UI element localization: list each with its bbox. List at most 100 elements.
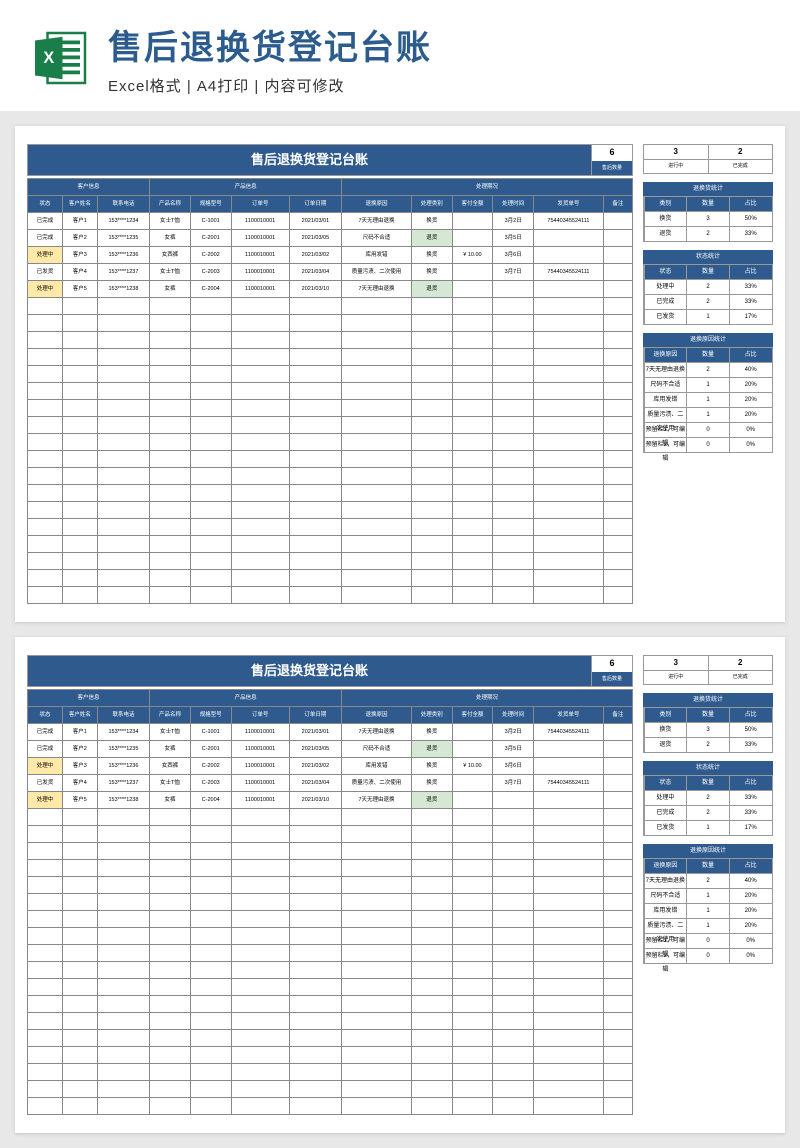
- cell[interactable]: [411, 536, 452, 553]
- cell[interactable]: [190, 979, 231, 996]
- cell[interactable]: [603, 741, 632, 758]
- cell[interactable]: [28, 417, 63, 434]
- cell[interactable]: [411, 1064, 452, 1081]
- type-cell[interactable]: 退货: [411, 792, 452, 809]
- cell[interactable]: [534, 741, 604, 758]
- cell[interactable]: [452, 1030, 493, 1047]
- cell[interactable]: [231, 979, 289, 996]
- cell[interactable]: [190, 468, 231, 485]
- cell[interactable]: [231, 536, 289, 553]
- cell[interactable]: [231, 502, 289, 519]
- cell[interactable]: 3月6日: [493, 247, 534, 264]
- cell[interactable]: [534, 315, 604, 332]
- cell[interactable]: [97, 894, 149, 911]
- cell[interactable]: [62, 860, 97, 877]
- cell[interactable]: 1100010001: [231, 264, 289, 281]
- cell[interactable]: [150, 400, 191, 417]
- cell[interactable]: [342, 332, 412, 349]
- cell[interactable]: [150, 1013, 191, 1030]
- cell[interactable]: [534, 553, 604, 570]
- cell[interactable]: [493, 485, 534, 502]
- cell[interactable]: [452, 553, 493, 570]
- cell[interactable]: [97, 911, 149, 928]
- cell[interactable]: [289, 1081, 341, 1098]
- cell[interactable]: 75440345524111: [534, 264, 604, 281]
- cell[interactable]: [150, 468, 191, 485]
- cell[interactable]: [534, 1047, 604, 1064]
- cell[interactable]: 女裤: [150, 792, 191, 809]
- cell[interactable]: [150, 383, 191, 400]
- cell[interactable]: [603, 775, 632, 792]
- cell[interactable]: [603, 502, 632, 519]
- cell[interactable]: [231, 417, 289, 434]
- cell[interactable]: [62, 945, 97, 962]
- cell[interactable]: [28, 366, 63, 383]
- cell[interactable]: [603, 417, 632, 434]
- status-cell[interactable]: 处理中: [28, 247, 63, 264]
- cell[interactable]: [231, 298, 289, 315]
- cell[interactable]: [452, 1081, 493, 1098]
- cell[interactable]: [289, 809, 341, 826]
- cell[interactable]: [289, 519, 341, 536]
- cell[interactable]: [289, 434, 341, 451]
- cell[interactable]: [289, 1064, 341, 1081]
- cell[interactable]: 女裤: [150, 281, 191, 298]
- cell[interactable]: [289, 1013, 341, 1030]
- cell[interactable]: [231, 570, 289, 587]
- cell[interactable]: [603, 1013, 632, 1030]
- cell[interactable]: [150, 979, 191, 996]
- cell[interactable]: [342, 383, 412, 400]
- cell[interactable]: 2021/03/01: [289, 213, 341, 230]
- cell[interactable]: [534, 962, 604, 979]
- cell[interactable]: [62, 843, 97, 860]
- status-cell[interactable]: 已完成: [28, 724, 63, 741]
- cell[interactable]: [534, 468, 604, 485]
- cell[interactable]: ¥ 10.00: [452, 247, 493, 264]
- cell[interactable]: [62, 434, 97, 451]
- cell[interactable]: [603, 247, 632, 264]
- cell[interactable]: [62, 485, 97, 502]
- cell[interactable]: [231, 962, 289, 979]
- cell[interactable]: [150, 860, 191, 877]
- cell[interactable]: [603, 400, 632, 417]
- cell[interactable]: [231, 451, 289, 468]
- cell[interactable]: [289, 298, 341, 315]
- cell[interactable]: [62, 809, 97, 826]
- cell[interactable]: [493, 332, 534, 349]
- cell[interactable]: [97, 826, 149, 843]
- cell[interactable]: [190, 945, 231, 962]
- cell[interactable]: [452, 928, 493, 945]
- cell[interactable]: [603, 894, 632, 911]
- cell[interactable]: [452, 1013, 493, 1030]
- cell[interactable]: [411, 383, 452, 400]
- cell[interactable]: [342, 860, 412, 877]
- cell[interactable]: [603, 553, 632, 570]
- cell[interactable]: 库用发错: [342, 758, 412, 775]
- cell[interactable]: [603, 877, 632, 894]
- cell[interactable]: 2021/03/10: [289, 792, 341, 809]
- cell[interactable]: [452, 349, 493, 366]
- cell[interactable]: [534, 979, 604, 996]
- cell[interactable]: [603, 1081, 632, 1098]
- cell[interactable]: 客户5: [62, 792, 97, 809]
- cell[interactable]: [190, 1030, 231, 1047]
- cell[interactable]: [411, 298, 452, 315]
- status-cell[interactable]: 处理中: [28, 281, 63, 298]
- cell[interactable]: [493, 945, 534, 962]
- cell[interactable]: [603, 928, 632, 945]
- cell[interactable]: [452, 724, 493, 741]
- cell[interactable]: [190, 877, 231, 894]
- cell[interactable]: [411, 1047, 452, 1064]
- cell[interactable]: [190, 502, 231, 519]
- cell[interactable]: [452, 741, 493, 758]
- cell[interactable]: [231, 332, 289, 349]
- cell[interactable]: [493, 877, 534, 894]
- cell[interactable]: C-2002: [190, 758, 231, 775]
- cell[interactable]: [342, 315, 412, 332]
- cell[interactable]: [493, 1030, 534, 1047]
- cell[interactable]: [28, 979, 63, 996]
- cell[interactable]: [190, 928, 231, 945]
- cell[interactable]: [97, 366, 149, 383]
- cell[interactable]: 3月6日: [493, 758, 534, 775]
- cell[interactable]: 75440345524111: [534, 775, 604, 792]
